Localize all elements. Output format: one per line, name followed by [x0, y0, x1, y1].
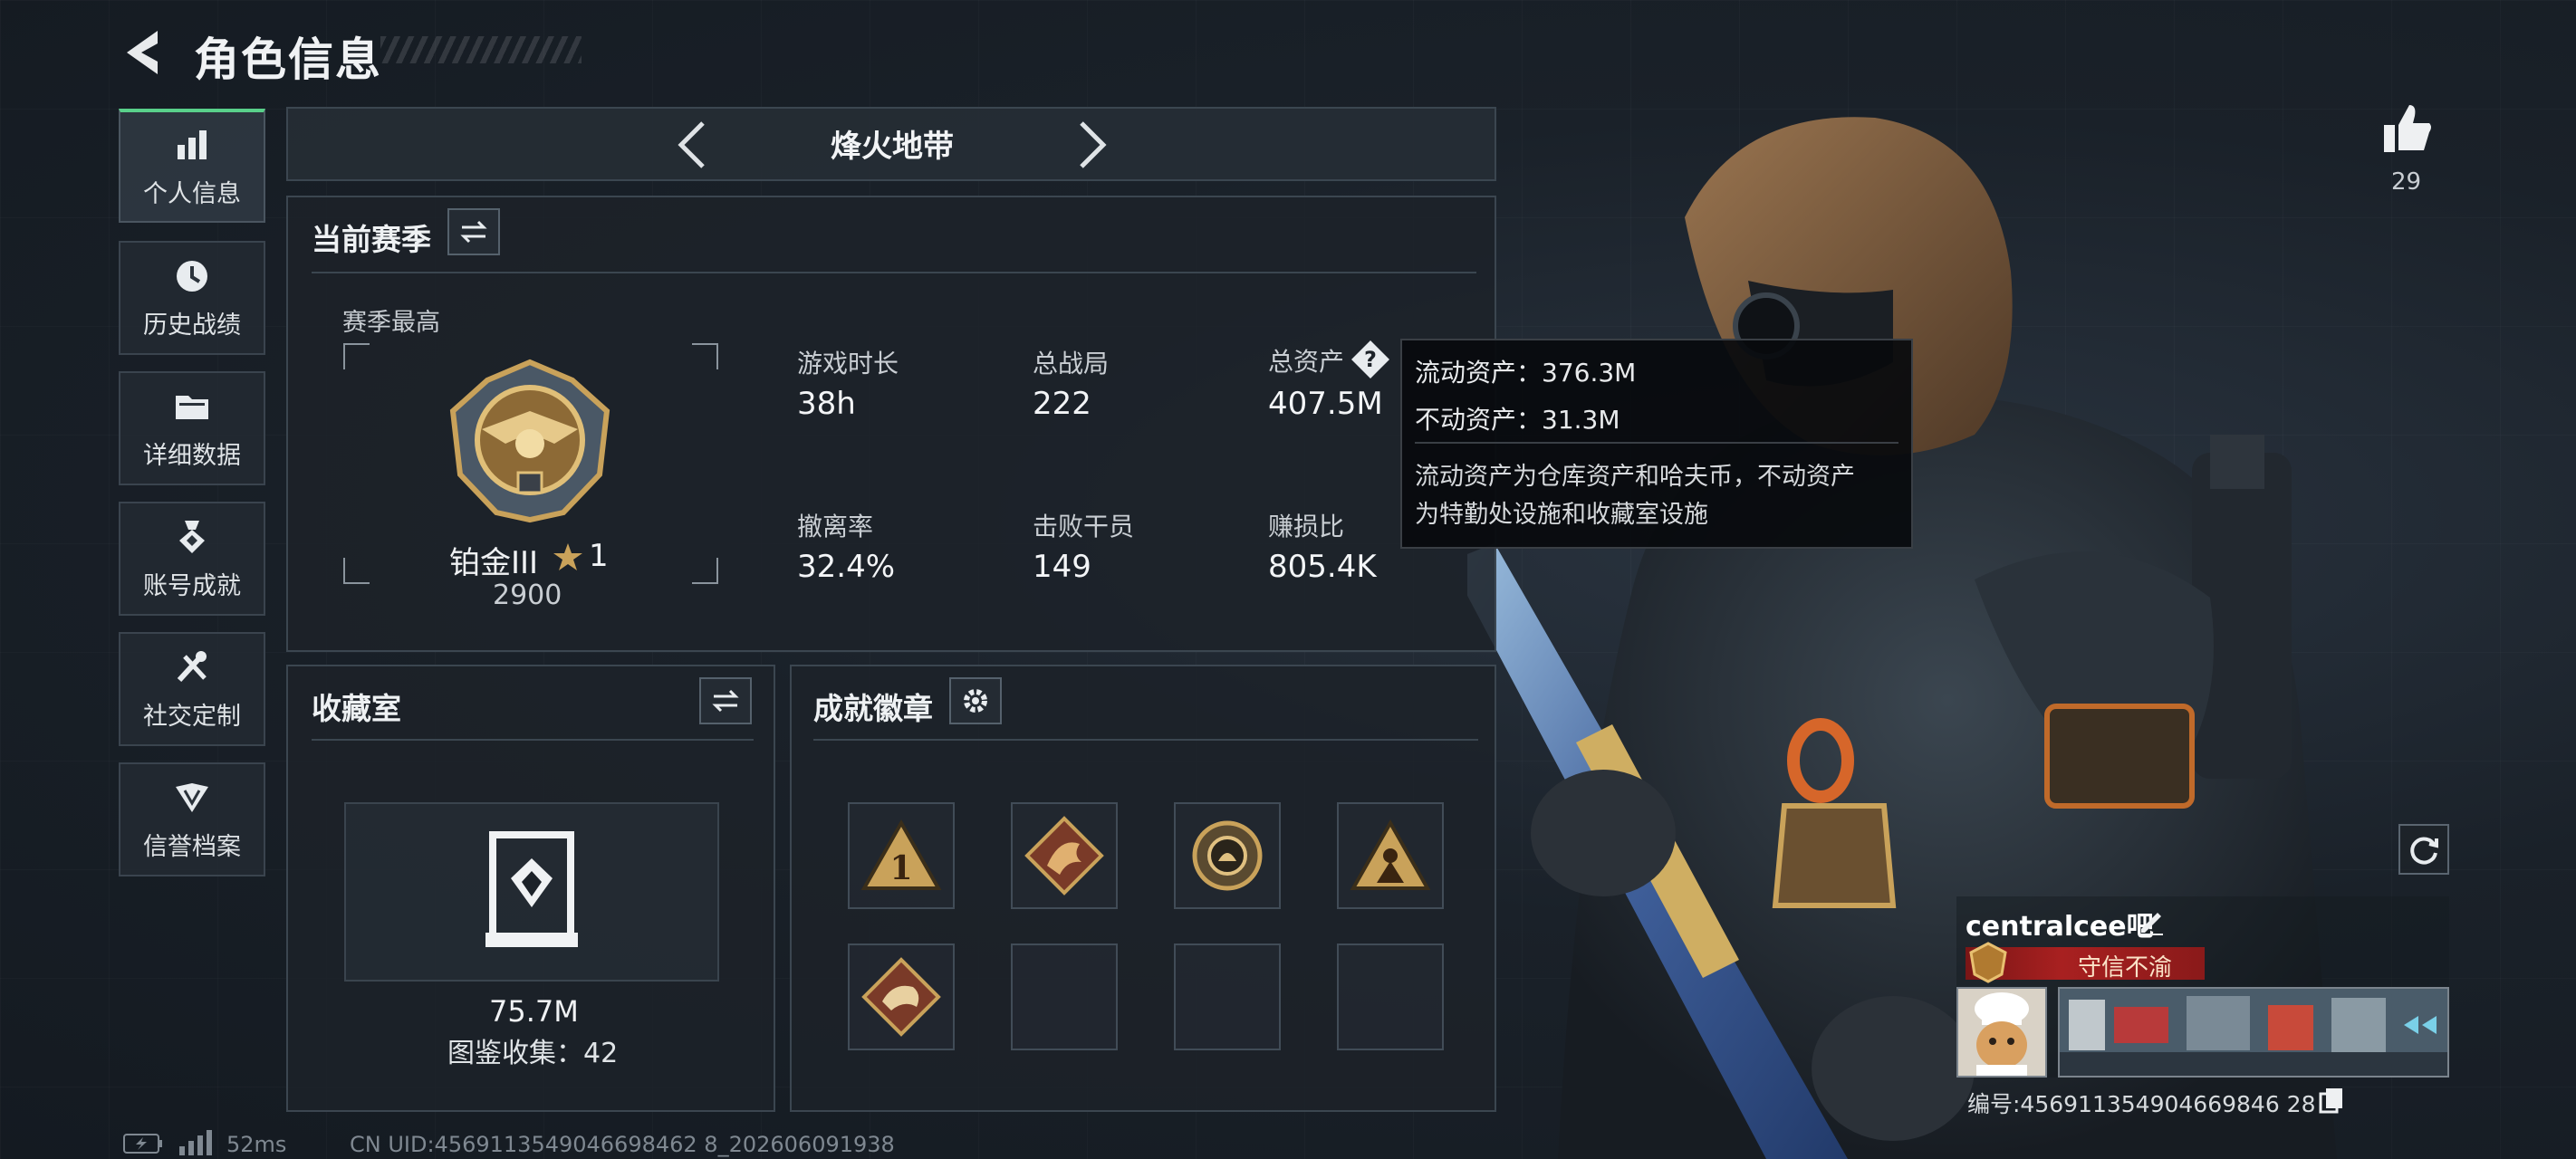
- mode-label: 烽火地带: [831, 129, 954, 165]
- refresh-button[interactable]: [2398, 824, 2449, 875]
- empty-badge-slot[interactable]: [1011, 943, 1118, 1050]
- tooltip-description-line1: 流动资产为仓库资产和哈夫币，不动资产: [1415, 463, 1855, 491]
- clock-icon: [177, 260, 207, 292]
- stat-value: 222: [1033, 386, 1091, 422]
- folder-icon: [176, 395, 208, 419]
- refresh-icon: [2410, 837, 2438, 865]
- stat-label: 赚损比: [1268, 512, 1345, 541]
- back-arrow-icon[interactable]: [118, 25, 165, 80]
- star-icon: [553, 543, 582, 570]
- tooltip-description-line2: 为特勤处设施和收藏室设施: [1415, 501, 1708, 529]
- bar-chart-icon: [178, 129, 207, 159]
- profile-uid: 编号:456911354904669846 28: [1967, 1091, 2316, 1117]
- signal-icon: [179, 1130, 212, 1155]
- stat-label: 游戏时长: [797, 349, 899, 378]
- svg-text:1: 1: [889, 849, 912, 887]
- beast-badge-icon[interactable]: [848, 943, 955, 1050]
- medal-icon: [179, 520, 205, 553]
- like-count: 29: [2391, 168, 2422, 196]
- avatar[interactable]: [1956, 987, 2047, 1078]
- swap-icon: [460, 220, 487, 244]
- edit-pencil-icon[interactable]: [2136, 905, 2167, 936]
- nav-item-label: 账号成就: [143, 571, 241, 600]
- nav-item-label: 社交定制: [143, 702, 241, 731]
- stat-label: 撤离率: [797, 512, 874, 541]
- nav-item-personal-info[interactable]: 个人信息: [119, 109, 265, 223]
- swap-icon: [712, 689, 739, 713]
- copy-icon[interactable]: [2319, 1087, 2344, 1114]
- footer-uid: CN UID:4569113549046698462 8_20260609193…: [350, 1132, 895, 1157]
- stat-value: 407.5M: [1268, 386, 1383, 422]
- rank-points: 2900: [493, 580, 562, 611]
- stat-value: 149: [1033, 549, 1091, 585]
- dragon-badge-icon[interactable]: [1011, 802, 1118, 909]
- season-switch-button[interactable]: [447, 208, 500, 255]
- rank-medal-icon: [449, 359, 610, 523]
- question-icon[interactable]: ?: [1350, 339, 1391, 380]
- tooltip-divider: [1415, 442, 1898, 444]
- badges-title: 成就徽章: [813, 691, 933, 726]
- nav-item-label: 个人信息: [143, 179, 241, 208]
- collection-title: 收藏室: [312, 691, 401, 726]
- collection-value: 75.7M: [489, 994, 579, 1029]
- season-title: 当前赛季: [312, 222, 431, 257]
- ping-text: 52ms: [226, 1132, 287, 1157]
- title-banner-text: 守信不渝: [2078, 954, 2173, 982]
- stat-value: 38h: [797, 386, 856, 422]
- nav-item-social-custom[interactable]: 社交定制: [119, 632, 265, 746]
- title-decoration: [380, 36, 582, 63]
- battery-icon: [123, 1134, 162, 1154]
- profile-banner-card[interactable]: [2058, 987, 2449, 1078]
- rank-stars: 1: [589, 538, 609, 574]
- nav-item-label: 历史战绩: [143, 311, 241, 340]
- divider: [813, 739, 1478, 741]
- nav-item-detailed-data[interactable]: 详细数据: [119, 371, 265, 485]
- chevron-left-icon[interactable]: [670, 118, 716, 172]
- banner-art: [2060, 989, 2447, 1076]
- profile-name: centralcee吧: [1966, 911, 2154, 943]
- chevron-right-icon[interactable]: [1069, 118, 1114, 172]
- rank-one-badge-icon[interactable]: 1: [848, 802, 955, 909]
- collection-switch-button[interactable]: [699, 677, 752, 724]
- empty-badge-slot[interactable]: [1174, 943, 1281, 1050]
- gear-icon: [964, 689, 987, 713]
- nav-item-reputation[interactable]: 信誉档案: [119, 762, 265, 876]
- emblem-icon: [176, 782, 208, 812]
- chef-avatar-icon: [1958, 989, 2045, 1076]
- squad-badge-icon[interactable]: [1337, 802, 1444, 909]
- rank-name: 铂金III: [449, 545, 539, 581]
- stat-label: 总战局: [1033, 349, 1110, 378]
- thumbs-up-icon[interactable]: [2380, 101, 2435, 156]
- reputation-emblem-icon: [1969, 942, 2007, 983]
- shell-badge-icon[interactable]: [1174, 802, 1281, 909]
- stat-value: 805.4K: [1268, 549, 1377, 585]
- nav-item-label: 详细数据: [143, 441, 241, 470]
- stat-label: 总资产: [1268, 347, 1345, 377]
- svg-text:?: ?: [1364, 347, 1377, 372]
- collection-count: 图鉴收集：42: [447, 1038, 619, 1069]
- nav-item-achievements[interactable]: 账号成就: [119, 502, 265, 616]
- divider: [312, 272, 1476, 273]
- nav-item-label: 信誉档案: [143, 832, 241, 861]
- tooltip-liquid-assets: 流动资产：376.3M: [1415, 358, 1637, 388]
- tools-icon: [177, 650, 207, 682]
- divider: [312, 739, 754, 741]
- stat-label: 击败干员: [1033, 512, 1135, 541]
- display-case-icon: [485, 831, 578, 947]
- page-title: 角色信息: [194, 34, 382, 86]
- nav-item-history[interactable]: 历史战绩: [119, 241, 265, 355]
- empty-badge-slot[interactable]: [1337, 943, 1444, 1050]
- stat-value: 32.4%: [797, 549, 896, 585]
- badges-settings-button[interactable]: [949, 677, 1002, 724]
- tooltip-fixed-assets: 不动资产：31.3M: [1415, 405, 1620, 435]
- season-best-label: 赛季最高: [342, 309, 440, 337]
